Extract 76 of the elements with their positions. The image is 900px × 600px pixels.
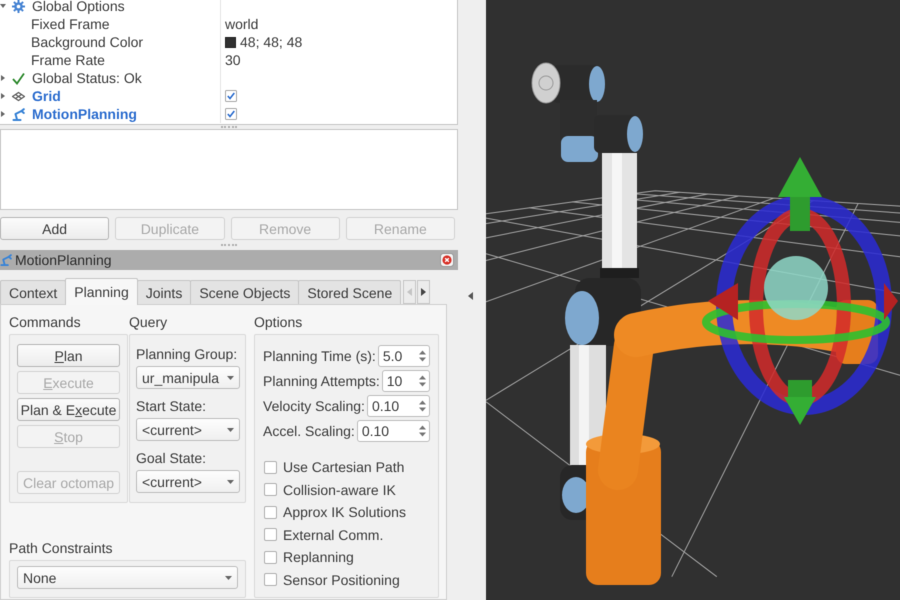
group-title: Query bbox=[129, 314, 168, 330]
stepper-arrows-icon bbox=[419, 425, 426, 437]
checkbox-label[interactable]: Sensor Positioning bbox=[283, 572, 400, 588]
close-button[interactable] bbox=[440, 253, 454, 267]
number-field[interactable]: 10 bbox=[382, 370, 430, 392]
dropdown[interactable]: <current> bbox=[136, 418, 240, 441]
property-name: Fixed Frame bbox=[31, 16, 110, 32]
property-value[interactable]: world bbox=[225, 16, 258, 32]
command-button[interactable]: Plan bbox=[17, 344, 120, 367]
collapse-arrow-icon[interactable] bbox=[468, 292, 472, 300]
tab[interactable]: Joints bbox=[136, 280, 192, 304]
property-value[interactable]: 30 bbox=[225, 52, 241, 68]
dropdown[interactable]: ur_manipula bbox=[136, 366, 240, 389]
checkbox-label[interactable]: External Comm. bbox=[283, 526, 384, 543]
stepper-arrows-icon bbox=[419, 350, 426, 362]
checkbox-label[interactable]: Replanning bbox=[283, 549, 354, 566]
scene-viewport[interactable] bbox=[486, 0, 900, 600]
checkbox-label[interactable]: Approx IK Solutions bbox=[283, 504, 406, 520]
field-label: Planning Group: bbox=[136, 345, 238, 363]
field-label: Planning Time (s): bbox=[263, 348, 376, 364]
caret-down-icon bbox=[225, 576, 232, 580]
number-field[interactable]: 0.10 bbox=[356, 420, 430, 442]
grid-icon bbox=[12, 90, 25, 102]
property-name: Background Color bbox=[31, 34, 144, 50]
expand-arrow-icon[interactable] bbox=[0, 3, 6, 9]
display-action-button[interactable]: Add bbox=[0, 217, 110, 240]
number-field[interactable]: 5.0 bbox=[378, 345, 430, 367]
field-label: Goal State: bbox=[136, 449, 208, 467]
field-label: Start State: bbox=[136, 397, 208, 415]
dropdown[interactable]: None bbox=[17, 566, 238, 589]
checkbox[interactable] bbox=[264, 506, 277, 519]
field-label: Planning Attempts: bbox=[263, 373, 380, 389]
checkbox[interactable] bbox=[264, 460, 277, 474]
panel-title: MotionPlanning bbox=[15, 252, 112, 268]
dropdown[interactable]: <current> bbox=[136, 470, 240, 493]
display-name[interactable]: Global Status: Ok bbox=[32, 70, 142, 86]
display-name[interactable]: MotionPlanning bbox=[32, 106, 137, 122]
number-field[interactable]: 0.10 bbox=[366, 395, 430, 417]
close-icon bbox=[440, 253, 454, 267]
tab[interactable]: Stored Scene bbox=[298, 280, 402, 304]
property-name: Frame Rate bbox=[31, 52, 105, 68]
command-button[interactable]: Plan & Execute bbox=[17, 398, 120, 421]
robot-arm-icon bbox=[0, 254, 12, 266]
field-label: Accel. Scaling: bbox=[263, 423, 355, 439]
caret-down-icon bbox=[227, 480, 234, 484]
splitter-handle[interactable] bbox=[221, 244, 237, 246]
checkbox-label[interactable]: Use Cartesian Path bbox=[283, 459, 404, 476]
tab[interactable]: Scene Objects bbox=[190, 280, 300, 304]
group-title: Path Constraints bbox=[9, 540, 114, 556]
stepper-arrows-icon bbox=[419, 400, 426, 412]
left-arrow-icon bbox=[407, 288, 412, 296]
checkbox[interactable] bbox=[264, 550, 277, 564]
tab[interactable]: Context bbox=[0, 280, 66, 304]
checkbox[interactable] bbox=[225, 90, 237, 102]
expand-arrow-icon[interactable] bbox=[0, 75, 6, 81]
checkbox-label[interactable]: Collision-aware IK bbox=[283, 482, 396, 498]
checkbox[interactable] bbox=[264, 483, 277, 496]
caret-down-icon bbox=[227, 428, 234, 432]
display-name[interactable]: Grid bbox=[32, 88, 61, 104]
checkbox[interactable] bbox=[264, 528, 277, 542]
robot-arm-icon bbox=[12, 108, 25, 120]
tab[interactable]: Planning bbox=[65, 278, 138, 305]
checkbox[interactable] bbox=[225, 108, 237, 120]
checkbox[interactable] bbox=[264, 573, 277, 586]
group-title: Commands bbox=[9, 314, 82, 330]
caret-down-icon bbox=[227, 376, 234, 380]
property-value[interactable]: 48; 48; 48 bbox=[240, 34, 302, 50]
expand-arrow-icon[interactable] bbox=[0, 111, 6, 117]
stepper-arrows-icon bbox=[419, 375, 426, 387]
tab-scroll-forward-button[interactable] bbox=[417, 280, 430, 304]
display-name[interactable]: Global Options bbox=[32, 0, 125, 14]
expand-arrow-icon[interactable] bbox=[0, 93, 6, 99]
group-title: Options bbox=[254, 314, 304, 330]
right-arrow-icon bbox=[421, 288, 426, 296]
field-label: Velocity Scaling: bbox=[263, 398, 365, 414]
check-icon bbox=[12, 72, 25, 84]
